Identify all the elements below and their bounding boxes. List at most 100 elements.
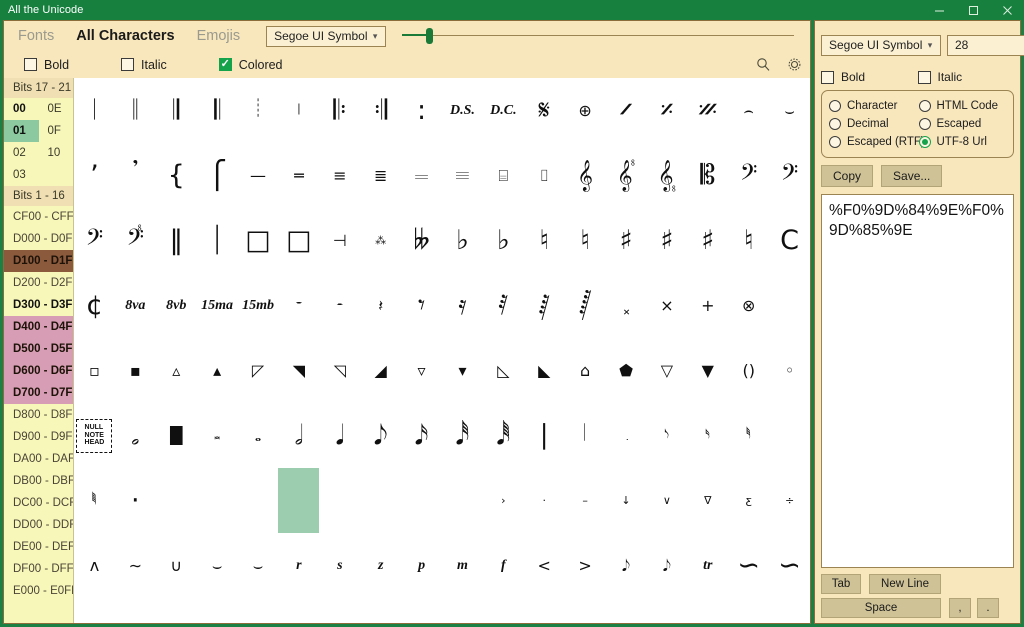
sidebar-high-bit-02[interactable]: 02	[4, 142, 39, 164]
character-cell[interactable]: ›	[483, 468, 524, 533]
character-cell[interactable]: D.C.	[483, 78, 524, 143]
character-cell[interactable]: ⌣	[197, 533, 238, 598]
character-cell[interactable]: ⊕	[565, 78, 606, 143]
gear-icon[interactable]	[787, 57, 802, 72]
character-cell[interactable]: 𝄍	[606, 78, 647, 143]
output-textarea[interactable]: %F0%9D%84%9E%F0%9D%85%9E	[821, 194, 1014, 568]
colored-checkbox[interactable]: Colored	[218, 58, 283, 72]
character-cell[interactable]: 𝅘𝅥𝅯	[401, 403, 442, 468]
sidebar-high-bit-03[interactable]: 03	[4, 164, 39, 186]
sidebar-range-DE00[interactable]: DE00 - DEFF	[4, 536, 73, 558]
character-cell[interactable]: ∼	[115, 533, 156, 598]
italic-checkbox[interactable]: Italic	[121, 58, 167, 72]
format-option-escaped[interactable]: Escaped	[918, 115, 1009, 133]
tab-key-button[interactable]: Tab	[821, 574, 861, 594]
character-cell[interactable]: 𝄫	[401, 208, 442, 273]
save-button[interactable]: Save...	[881, 165, 943, 187]
character-cell[interactable]: 𝄢	[74, 208, 115, 273]
character-cell[interactable]: ▫	[74, 338, 115, 403]
character-cell[interactable]: ʌ	[74, 533, 115, 598]
font-size-slider[interactable]	[402, 25, 794, 47]
character-cell[interactable]: ◺	[483, 338, 524, 403]
character-cell[interactable]: –	[565, 468, 606, 533]
character-cell[interactable]: 𝅘𝅥𝅱	[483, 403, 524, 468]
character-cell[interactable]: ∪	[156, 533, 197, 598]
character-cell[interactable]: 𝄏	[687, 78, 728, 143]
character-cell[interactable]: 𝅜	[197, 403, 238, 468]
output-font-select[interactable]: Segoe UI Symbol ▾	[821, 34, 941, 56]
character-cell[interactable]: —	[238, 143, 279, 208]
character-cell[interactable]: Ɔ	[360, 598, 401, 623]
output-size-select[interactable]: 28 ▾	[947, 34, 1024, 56]
character-cell[interactable]	[442, 468, 483, 533]
character-cell[interactable]: )	[197, 598, 238, 623]
character-cell[interactable]	[360, 468, 401, 533]
character-cell[interactable]	[401, 468, 442, 533]
sidebar-range-DB00[interactable]: DB00 - DBFF	[4, 470, 73, 492]
sidebar-high-bit-empty[interactable]	[39, 164, 74, 186]
character-cell[interactable]: 8va	[115, 273, 156, 338]
character-cell[interactable]: ∣	[524, 403, 565, 468]
sidebar-range-D300[interactable]: D300 - D3FF	[4, 294, 73, 316]
character-cell[interactable]: 𝅘𝅥	[319, 403, 360, 468]
character-cell[interactable]: 𝅯	[687, 403, 728, 468]
character-cell[interactable]: f	[483, 533, 524, 598]
character-cell[interactable]: {	[156, 143, 197, 208]
character-cell[interactable]: ▾	[442, 338, 483, 403]
character-cell[interactable]: □	[238, 208, 279, 273]
sidebar-high-bit-10[interactable]: 10	[39, 142, 74, 164]
sidebar-high-bit-0E[interactable]: 0E	[39, 98, 74, 120]
character-cell[interactable]: tr	[687, 533, 728, 598]
format-option-utf-8-url[interactable]: UTF-8 Url	[918, 133, 1009, 151]
character-cell[interactable]: 𝅁	[524, 273, 565, 338]
character-cell[interactable]: ×	[646, 273, 687, 338]
character-cell[interactable]: 𝄋	[524, 78, 565, 143]
sidebar-range-D800[interactable]: D800 - D8FF	[4, 404, 73, 426]
character-cell[interactable]: 𝄟	[606, 143, 647, 208]
sidebar-range-E000[interactable]: E000 - E0FF	[4, 580, 73, 602]
character-cell[interactable]: ⊣	[319, 208, 360, 273]
character-cell[interactable]: ┐	[606, 598, 647, 623]
newline-key-button[interactable]: New Line	[869, 574, 941, 594]
character-cell[interactable]: ▼	[687, 338, 728, 403]
comma-key-button[interactable]: ,	[949, 598, 971, 618]
character-cell[interactable]: 𝄘	[442, 143, 483, 208]
character-cell[interactable]: ’	[74, 143, 115, 208]
character-cell[interactable]: ⊂	[483, 598, 524, 623]
character-cell[interactable]: 𝄣	[115, 208, 156, 273]
code-range-sidebar[interactable]: Bits 17 - 21 00 0E 01 0F 02 10 03 Bits 1 - 16 CF0…	[4, 78, 74, 623]
sidebar-high-bit-00[interactable]: 00	[4, 98, 39, 120]
character-cell[interactable]: 𝄽	[360, 273, 401, 338]
character-cell[interactable]: 𝄎	[646, 78, 687, 143]
character-cell[interactable]: >	[565, 533, 606, 598]
character-cell[interactable]: ▴	[197, 338, 238, 403]
sidebar-range-D200[interactable]: D200 - D2FF	[4, 272, 73, 294]
sidebar-high-bit-0F[interactable]: 0F	[39, 120, 74, 142]
character-cell[interactable]: 𝅘𝅥𝅮	[360, 403, 401, 468]
period-key-button[interactable]: .	[977, 598, 999, 618]
character-cell[interactable]: 𝄅	[278, 78, 319, 143]
slider-thumb[interactable]	[426, 28, 434, 44]
minimize-icon[interactable]	[922, 0, 956, 20]
character-cell[interactable]: ≡	[319, 143, 360, 208]
character-cell[interactable]: ϵ	[319, 598, 360, 623]
character-cell[interactable]: ⌷	[524, 143, 565, 208]
space-key-button[interactable]: Space	[821, 598, 941, 618]
character-cell[interactable]: m	[442, 533, 483, 598]
character-cell[interactable]: ∽	[769, 533, 810, 598]
sidebar-range-DA00[interactable]: DA00 - DAFF	[4, 448, 73, 470]
sidebar-range-D900[interactable]: D900 - D9FF	[4, 426, 73, 448]
character-cell[interactable]: r	[278, 533, 319, 598]
character-cell[interactable]: ◢	[360, 338, 401, 403]
character-cell[interactable]: ♭	[442, 208, 483, 273]
character-cell[interactable]: ⬟	[606, 338, 647, 403]
character-cell[interactable]: 𝅵	[238, 468, 279, 533]
character-cell[interactable]: ▽	[646, 338, 687, 403]
character-cell[interactable]: ∽	[728, 533, 769, 598]
character-cell[interactable]: 𝄇	[360, 78, 401, 143]
character-cell[interactable]: 𝄾	[401, 273, 442, 338]
character-cell[interactable]: )	[238, 598, 279, 623]
character-cell[interactable]: 𝅰	[728, 403, 769, 468]
character-cell[interactable]: :	[401, 78, 442, 143]
copy-button[interactable]: Copy	[821, 165, 874, 187]
